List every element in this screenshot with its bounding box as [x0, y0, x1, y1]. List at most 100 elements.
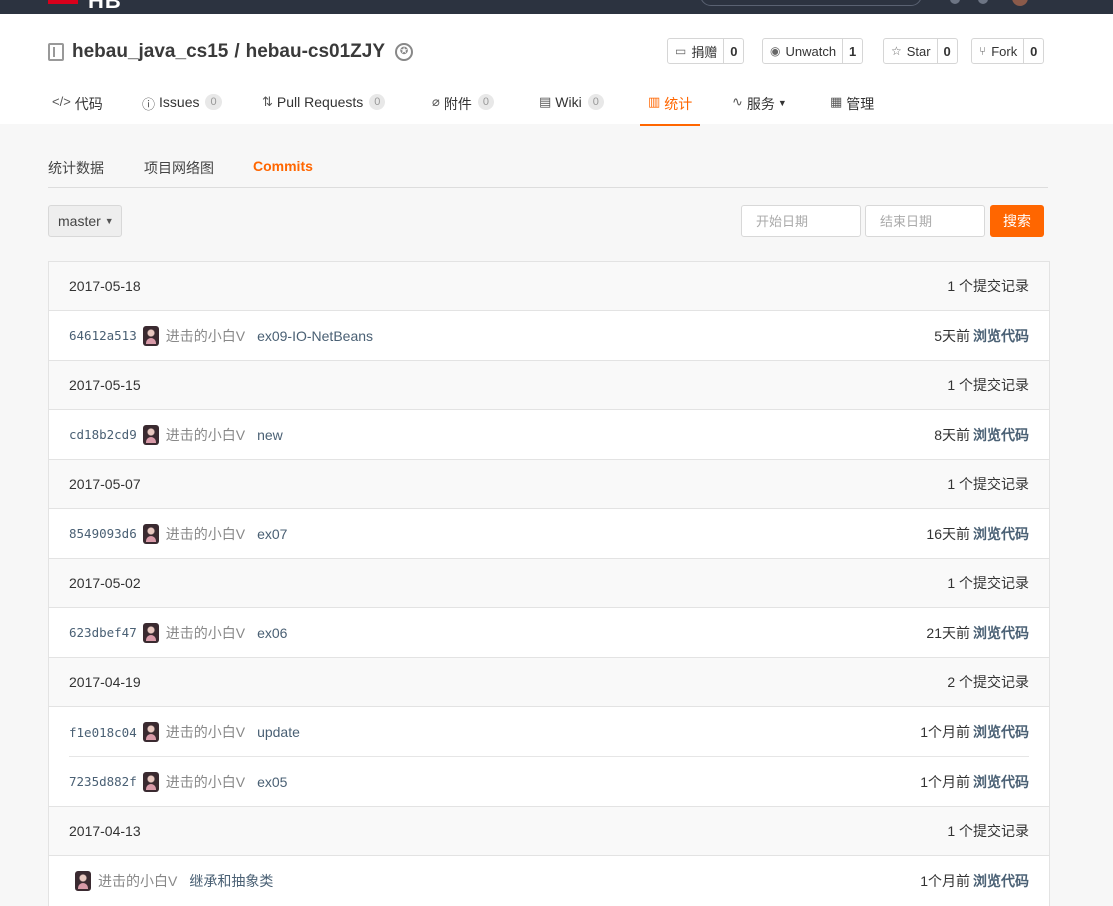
tab-service[interactable]: ∿ 服务 ▼ [732, 86, 787, 126]
author-avatar[interactable] [142, 771, 159, 792]
commit-author[interactable]: 进击的小白V [166, 425, 245, 445]
pull-request-icon: ⇅ [262, 94, 273, 109]
commit-count-summary: 1 个提交记录 [947, 575, 1029, 591]
commit-row: 8549093d6 进击的小白V ex07 16天前 浏览代码 [49, 509, 1049, 559]
plus-icon[interactable] [950, 0, 960, 4]
repo-actions: ▭ 捐赠 0 ◉ Unwatch 1 ☆ Star 0 ⑂ Fork 0 [0, 38, 1113, 64]
search-button[interactable]: 搜索 [990, 205, 1044, 237]
author-avatar[interactable] [142, 722, 159, 742]
tab-attachments[interactable]: ⌀ 附件 0 [432, 86, 494, 126]
commit-date: 2017-04-13 [69, 823, 141, 839]
subnav-commits[interactable]: Commits [253, 158, 313, 174]
star-icon: ☆ [891, 44, 902, 58]
subnav-network[interactable]: 项目网络图 [144, 158, 214, 178]
stats-icon: ▥ [648, 94, 661, 109]
commit-count-summary: 1 个提交记录 [947, 377, 1029, 393]
wiki-icon: ▤ [539, 94, 552, 109]
tab-pull-requests[interactable]: ⇅ Pull Requests 0 [262, 86, 386, 126]
branch-select[interactable]: master ▼ [48, 205, 122, 237]
commit-message-link[interactable]: new [257, 427, 283, 443]
commit-row: 64612a513 进击的小白V ex09-IO-NetBeans 5天前 浏览代… [49, 311, 1049, 361]
commit-row: cd18b2cd9 进击的小白V new 8天前 浏览代码 [49, 410, 1049, 460]
user-avatar[interactable] [1012, 0, 1028, 6]
global-search-input[interactable] [700, 0, 922, 6]
logo-mark[interactable] [48, 0, 78, 4]
author-avatar[interactable] [142, 622, 159, 643]
author-avatar[interactable] [142, 325, 159, 346]
commit-message-link[interactable]: update [257, 724, 300, 740]
donate-button[interactable]: ▭ 捐赠 0 [667, 38, 745, 64]
commit-time: 1个月前 [920, 873, 970, 889]
commit-sha-link[interactable]: cd18b2cd9 [69, 427, 137, 442]
commit-sha-link[interactable]: f1e018c04 [69, 725, 137, 740]
browse-code-link[interactable]: 浏览代码 [973, 427, 1029, 443]
browse-code-link[interactable]: 浏览代码 [973, 724, 1029, 740]
manage-icon: ▦ [830, 94, 843, 109]
commit-message-link[interactable]: ex05 [257, 774, 287, 790]
author-avatar[interactable] [142, 523, 159, 544]
browse-code-link[interactable]: 浏览代码 [973, 328, 1029, 344]
commit-author[interactable]: 进击的小白V [166, 524, 245, 544]
commit-count-summary: 1 个提交记录 [947, 476, 1029, 492]
commit-message-link[interactable]: ex07 [257, 526, 287, 542]
commit-message-link[interactable]: ex09-IO-NetBeans [257, 328, 373, 344]
commit-group-header: 2017-05-15 1 个提交记录 [49, 361, 1049, 410]
fork-count[interactable]: 0 [1024, 39, 1043, 63]
fork-button[interactable]: ⑂ Fork 0 [971, 38, 1045, 64]
notification-icon[interactable] [978, 0, 988, 4]
commit-message-link[interactable]: ex06 [257, 625, 287, 641]
code-icon: </> [52, 94, 71, 109]
author-avatar[interactable] [75, 871, 91, 891]
commit-author[interactable]: 进击的小白V [166, 623, 245, 643]
tab-issues[interactable]: ⓘ Issues 0 [142, 86, 222, 126]
commit-list: 2017-05-18 1 个提交记录 64612a513 进击的小白V ex09… [48, 261, 1050, 906]
commit-sha-link[interactable]: 7235d882f [69, 774, 137, 789]
commit-date: 2017-05-15 [69, 377, 141, 393]
commit-sha-link[interactable]: 623dbef47 [69, 625, 137, 640]
commit-sha-link[interactable]: 64612a513 [69, 328, 137, 343]
commit-row: 623dbef47 进击的小白V ex06 21天前 浏览代码 [49, 608, 1049, 658]
logo-text[interactable]: HB [88, 0, 122, 14]
donate-count[interactable]: 0 [724, 39, 743, 63]
unwatch-button[interactable]: ◉ Unwatch 1 [762, 38, 864, 64]
commit-author[interactable]: 进击的小白V [166, 722, 245, 742]
tab-stats[interactable]: ▥ 统计 [640, 86, 701, 126]
browse-code-link[interactable]: 浏览代码 [973, 774, 1029, 790]
commit-count-summary: 1 个提交记录 [947, 278, 1029, 294]
commit-author[interactable]: 进击的小白V [166, 772, 245, 792]
commit-time: 5天前 [934, 327, 970, 344]
commit-count-summary: 1 个提交记录 [947, 823, 1029, 839]
author-avatar[interactable] [142, 424, 159, 445]
tab-wiki[interactable]: ▤ Wiki 0 [539, 86, 604, 126]
chevron-down-icon: ▼ [777, 98, 787, 108]
commit-date: 2017-05-02 [69, 575, 141, 591]
commit-author[interactable]: 进击的小白V [166, 326, 245, 346]
start-date-input[interactable] [741, 205, 861, 237]
commit-time: 1个月前 [920, 773, 970, 790]
attachment-icon: ⌀ [432, 94, 440, 109]
commit-date: 2017-04-19 [69, 674, 141, 690]
commit-group-header: 2017-05-07 1 个提交记录 [49, 460, 1049, 509]
commit-date: 2017-05-18 [69, 278, 141, 294]
browse-code-link[interactable]: 浏览代码 [973, 873, 1029, 889]
commit-group-header: 2017-04-13 1 个提交记录 [49, 807, 1049, 856]
commit-author[interactable]: 进击的小白V [98, 871, 177, 891]
commit-sha-link[interactable]: 8549093d6 [69, 526, 137, 541]
commit-group-header: 2017-04-19 2 个提交记录 [49, 658, 1049, 707]
browse-code-link[interactable]: 浏览代码 [973, 625, 1029, 641]
commit-count-summary: 2 个提交记录 [947, 674, 1029, 690]
watch-count[interactable]: 1 [843, 39, 862, 63]
end-date-input[interactable] [865, 205, 985, 237]
subnav-stats[interactable]: 统计数据 [48, 158, 104, 178]
commit-date: 2017-05-07 [69, 476, 141, 492]
commit-message-link[interactable]: 继承和抽象类 [189, 871, 273, 891]
tab-code[interactable]: </> 代码 [52, 86, 103, 126]
commit-time: 21天前 [926, 624, 970, 641]
issues-icon: ⓘ [142, 97, 156, 112]
star-count[interactable]: 0 [938, 39, 957, 63]
service-icon: ∿ [732, 94, 743, 109]
tab-manage[interactable]: ▦ 管理 [830, 86, 874, 126]
star-button[interactable]: ☆ Star 0 [883, 38, 958, 64]
browse-code-link[interactable]: 浏览代码 [973, 526, 1029, 542]
commit-time: 8天前 [934, 426, 970, 443]
